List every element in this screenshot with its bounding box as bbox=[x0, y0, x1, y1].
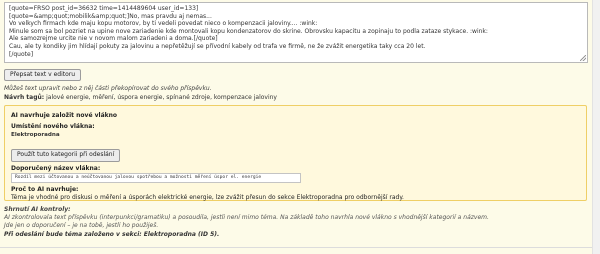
textarea-line: Vo velkych firmach kde maju kopu motorov… bbox=[9, 20, 318, 28]
title-label: Doporučený název vlákna: bbox=[11, 165, 101, 172]
edit-hint: Můžeš text upravit nebo z něj části přek… bbox=[4, 85, 212, 92]
why-label: Proč to AI navrhuje: bbox=[11, 186, 79, 193]
use-category-button[interactable]: Použít tuto kategorii při odeslání bbox=[11, 149, 121, 162]
divider bbox=[0, 247, 592, 248]
edit-in-editor-button[interactable]: Přepsat text v editoru bbox=[4, 69, 82, 81]
page-scrollbar[interactable] bbox=[592, 0, 600, 254]
location-label: Umístění nového vlákna: bbox=[11, 123, 95, 130]
ai-review-panel: [quote=FRSO post_id=36632 time=141448960… bbox=[0, 0, 600, 254]
ai-suggestion-heading: AI navrhuje založit nové vlákno bbox=[11, 112, 118, 119]
tags-label: Návrh tagů: bbox=[4, 94, 45, 101]
location-value: Elektroporadna bbox=[11, 132, 60, 138]
textarea-line: [quote=FRSO post_id=36632 time=141448960… bbox=[9, 5, 199, 12]
summary-heading: Shrnutí AI kontroly: bbox=[4, 206, 71, 213]
textarea-line: Ale samozrejme urcite nie v novom malom … bbox=[9, 35, 218, 43]
tag-suggestions: Návrh tagů: jalové energie, měření, úspo… bbox=[4, 94, 277, 101]
ai-summary: Shrnutí AI kontroly: AI zkontrolovala te… bbox=[4, 206, 489, 239]
summary-target-section: Při odeslání bude téma založeno v sekci:… bbox=[4, 230, 220, 238]
textarea-line: Čau, ale ty kondiky jim hlídají pokuty z… bbox=[9, 42, 426, 50]
summary-line: AI zkontrolovala text příspěvku (interpu… bbox=[4, 214, 489, 222]
suggested-title-field[interactable]: Rozdíl mezi účtovanou a neúčtovanou jalo… bbox=[11, 173, 301, 183]
textarea-line: Minule som sa bol pozriet na upine nove … bbox=[9, 27, 488, 35]
post-text-area[interactable]: [quote=FRSO post_id=36632 time=141448960… bbox=[4, 2, 588, 63]
summary-line: Jde jen o doporučení – je na tobě, jestl… bbox=[4, 222, 159, 230]
textarea-line: [/quote] bbox=[9, 50, 34, 58]
ai-suggestion-box: AI navrhuje založit nové vlákno Umístění… bbox=[4, 105, 587, 201]
why-text: Téma je vhodné pro diskusi o měření a ús… bbox=[11, 194, 404, 201]
resize-grip-icon[interactable] bbox=[580, 55, 586, 61]
tags-value: jalové energie, měření, úspora energie, … bbox=[46, 94, 277, 101]
textarea-line: [quote=&amp;quot;mobilik&amp;quot;]No, m… bbox=[9, 12, 212, 20]
